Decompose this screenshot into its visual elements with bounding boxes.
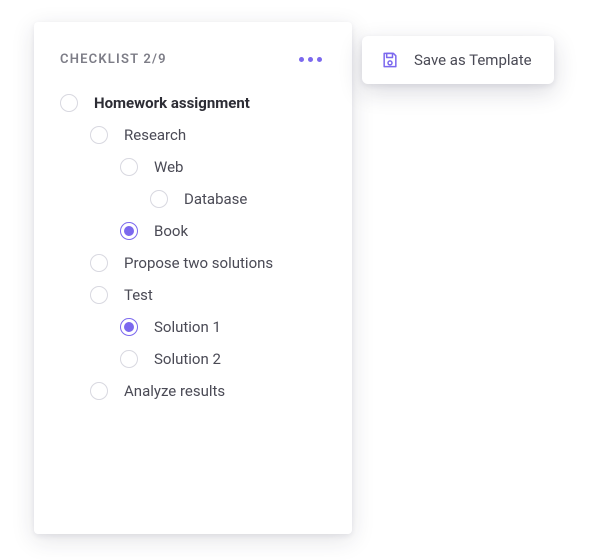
ellipsis-icon bbox=[317, 57, 322, 62]
checklist-item[interactable]: Analyze results bbox=[60, 375, 326, 407]
checklist-item-label: Analyze results bbox=[124, 382, 225, 400]
checklist-item[interactable]: Propose two solutions bbox=[60, 247, 326, 279]
checklist-radio[interactable] bbox=[90, 286, 108, 304]
checklist-item-label: Book bbox=[154, 222, 188, 240]
checklist-radio[interactable] bbox=[60, 94, 78, 112]
checklist-card: CHECKLIST 2/9 Homework assignment Researc… bbox=[34, 22, 352, 534]
checklist-item-label: Solution 1 bbox=[154, 318, 221, 336]
save-template-menu-item[interactable]: Save as Template bbox=[362, 36, 554, 84]
checklist-item-label: Propose two solutions bbox=[124, 254, 273, 272]
checklist-item-label: Web bbox=[154, 158, 183, 176]
checklist-item-label: Test bbox=[124, 286, 153, 304]
checklist-item[interactable]: Homework assignment bbox=[60, 87, 326, 119]
checklist-item[interactable]: Database bbox=[60, 183, 326, 215]
checklist-item-label: Homework assignment bbox=[94, 94, 250, 112]
checklist-radio[interactable] bbox=[90, 126, 108, 144]
card-title: CHECKLIST 2/9 bbox=[60, 52, 167, 67]
ellipsis-icon bbox=[299, 57, 304, 62]
checklist-item[interactable]: Solution 2 bbox=[60, 343, 326, 375]
checklist-radio[interactable] bbox=[90, 254, 108, 272]
checklist-radio[interactable] bbox=[120, 318, 138, 336]
checklist-item[interactable]: Research bbox=[60, 119, 326, 151]
checklist-radio[interactable] bbox=[120, 222, 138, 240]
checklist-radio[interactable] bbox=[90, 382, 108, 400]
card-header: CHECKLIST 2/9 bbox=[60, 52, 326, 67]
checklist-radio[interactable] bbox=[120, 350, 138, 368]
checklist-tree: Homework assignment Research WebDatabase Bo… bbox=[60, 87, 326, 407]
checklist-item-label: Research bbox=[124, 126, 186, 144]
checklist-item[interactable]: Test bbox=[60, 279, 326, 311]
checklist-item[interactable]: Book bbox=[60, 215, 326, 247]
checklist-radio[interactable] bbox=[150, 190, 168, 208]
save-template-label: Save as Template bbox=[414, 51, 532, 69]
checklist-item[interactable]: Solution 1 bbox=[60, 311, 326, 343]
checklist-item-label: Solution 2 bbox=[154, 350, 221, 368]
checklist-item[interactable]: Web bbox=[60, 151, 326, 183]
save-icon bbox=[380, 50, 400, 70]
checklist-radio[interactable] bbox=[120, 158, 138, 176]
ellipsis-icon bbox=[308, 57, 313, 62]
more-options-button[interactable] bbox=[295, 53, 326, 66]
checklist-item-label: Database bbox=[184, 190, 247, 208]
